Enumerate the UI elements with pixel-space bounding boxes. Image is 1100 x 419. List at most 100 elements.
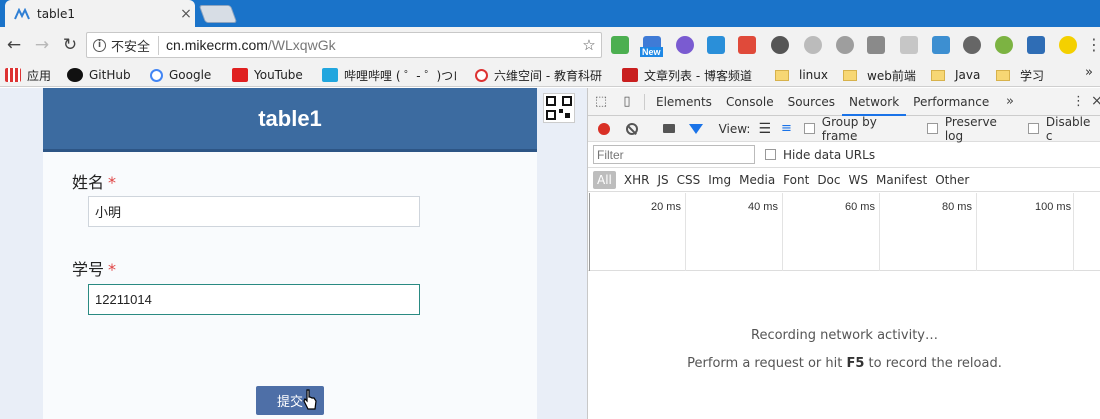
bookmark-github[interactable]: GitHub bbox=[67, 65, 131, 85]
bookmark-study[interactable]: 学习 bbox=[996, 65, 1044, 85]
type-ws[interactable]: WS bbox=[845, 173, 872, 187]
tab-network[interactable]: Network bbox=[842, 88, 907, 116]
name-input[interactable] bbox=[88, 196, 420, 227]
type-manifest[interactable]: Manifest bbox=[872, 173, 931, 187]
tab-elements[interactable]: Elements bbox=[649, 88, 719, 116]
hand-cursor-icon bbox=[303, 389, 317, 410]
extension-play-icon[interactable] bbox=[1059, 36, 1077, 54]
disable-cache-checkbox[interactable]: Disable c bbox=[1028, 115, 1100, 143]
tab-sources[interactable]: Sources bbox=[781, 88, 842, 116]
group-by-frame-checkbox[interactable]: Group by frame bbox=[803, 115, 915, 143]
extension-box-icon[interactable] bbox=[932, 36, 950, 54]
extension-shield-icon[interactable] bbox=[900, 36, 918, 54]
devtools-menu-icon[interactable]: ⋮ bbox=[1072, 94, 1085, 109]
bookmark-google[interactable]: Google bbox=[150, 65, 211, 85]
device-toolbar-icon[interactable]: ▯ bbox=[614, 88, 640, 116]
filter-input[interactable] bbox=[593, 145, 755, 164]
csdn-icon bbox=[622, 68, 638, 82]
extension-r-icon[interactable] bbox=[676, 36, 694, 54]
tab-performance[interactable]: Performance bbox=[906, 88, 996, 116]
folder-icon bbox=[775, 69, 789, 81]
bookmark-star-icon[interactable]: ☆ bbox=[577, 36, 601, 54]
extension-window-icon[interactable] bbox=[707, 36, 725, 54]
extension-react-icon[interactable] bbox=[771, 36, 789, 54]
tick-line bbox=[976, 193, 977, 271]
extension-brackets-icon[interactable] bbox=[995, 36, 1013, 54]
extension-todo-icon[interactable] bbox=[738, 36, 756, 54]
reload-hint: Perform a request or hit F5 to record th… bbox=[687, 356, 1002, 371]
extension-circle-icon[interactable] bbox=[804, 36, 822, 54]
view-label: View: bbox=[718, 121, 751, 136]
type-xhr[interactable]: XHR bbox=[620, 173, 654, 187]
bookmark-youtube[interactable]: YouTube bbox=[232, 65, 303, 85]
inspect-element-icon[interactable]: ⬚ bbox=[588, 88, 614, 116]
bookmark-linux[interactable]: linux bbox=[775, 65, 828, 85]
url-text[interactable]: cn.mikecrm.com/WLxqwGk bbox=[166, 37, 577, 53]
type-css[interactable]: CSS bbox=[673, 173, 705, 187]
filter-icon[interactable] bbox=[688, 123, 703, 134]
type-other[interactable]: Other bbox=[931, 173, 973, 187]
tick-label: 80 ms bbox=[942, 201, 972, 213]
waterfall-icon[interactable]: ≡ bbox=[781, 121, 792, 136]
form-title: table1 bbox=[258, 105, 322, 131]
type-media[interactable]: Media bbox=[735, 173, 779, 187]
tick-line bbox=[1073, 193, 1074, 271]
browser-toolbar: ← → ↻ i 不安全 cn.mikecrm.com/WLxqwGk ☆ New… bbox=[0, 27, 1100, 62]
folder-icon bbox=[996, 69, 1010, 81]
qr-code-icon[interactable] bbox=[543, 93, 575, 123]
extension-dot-icon[interactable] bbox=[836, 36, 854, 54]
tab-close-icon[interactable]: × bbox=[177, 6, 195, 22]
browser-menu-icon[interactable]: ⋮ bbox=[1086, 35, 1100, 54]
info-icon[interactable]: i bbox=[93, 38, 106, 52]
more-tabs-icon[interactable]: » bbox=[1006, 94, 1014, 109]
forward-icon[interactable]: → bbox=[28, 31, 56, 59]
tick-label: 100 ms bbox=[1035, 201, 1072, 213]
network-toolbar: View: ☰ ≡ Group by frame Preserve log Di… bbox=[588, 115, 1100, 143]
folder-icon bbox=[843, 69, 857, 81]
filter-row: Hide data URLs bbox=[588, 142, 1100, 168]
extension-vue-icon[interactable] bbox=[867, 36, 885, 54]
new-badge: New bbox=[640, 47, 663, 57]
devtools-close-icon[interactable]: × bbox=[1091, 93, 1100, 109]
bookmark-liuwei[interactable]: 六维空间 - 教育科研 bbox=[475, 65, 609, 85]
network-overview: 20 ms 40 ms 60 ms 80 ms 100 ms bbox=[588, 193, 1100, 271]
reload-icon[interactable]: ↻ bbox=[56, 31, 84, 59]
apps-icon bbox=[5, 68, 21, 82]
tab-strip: table1 × bbox=[0, 0, 1100, 27]
bookmark-java[interactable]: Java bbox=[931, 65, 980, 85]
liuwei-icon bbox=[475, 68, 488, 82]
back-icon[interactable]: ← bbox=[0, 31, 28, 59]
new-tab-button[interactable] bbox=[198, 5, 238, 23]
type-doc[interactable]: Doc bbox=[813, 173, 844, 187]
bookmark-bilibili[interactable]: 哔哩哔哩 ( ゜- ゜)つロ bbox=[322, 65, 456, 85]
divider bbox=[644, 93, 645, 110]
preserve-log-checkbox[interactable]: Preserve log bbox=[926, 115, 1018, 143]
bookmark-apps[interactable]: 应用 bbox=[5, 65, 51, 85]
extension-wave-icon[interactable] bbox=[1027, 36, 1045, 54]
browser-tab[interactable]: table1 × bbox=[5, 0, 195, 27]
mikecrm-favicon-icon bbox=[14, 7, 30, 19]
hide-data-urls-checkbox[interactable]: Hide data URLs bbox=[765, 148, 875, 162]
type-all[interactable]: All bbox=[593, 170, 616, 189]
name-label: 姓名 * bbox=[72, 173, 117, 192]
large-rows-icon[interactable]: ☰ bbox=[758, 121, 771, 137]
clear-icon[interactable] bbox=[625, 122, 638, 135]
capture-screenshots-icon[interactable] bbox=[662, 124, 675, 133]
tick-label: 60 ms bbox=[845, 201, 875, 213]
type-img[interactable]: Img bbox=[704, 173, 735, 187]
extension-tomato-icon[interactable] bbox=[963, 36, 981, 54]
type-js[interactable]: JS bbox=[653, 173, 672, 187]
bookmark-csdn[interactable]: 文章列表 - 博客频道 bbox=[622, 65, 754, 85]
extension-download-icon[interactable] bbox=[611, 36, 629, 54]
tab-console[interactable]: Console bbox=[719, 88, 781, 116]
record-icon[interactable] bbox=[598, 122, 610, 135]
student-id-input[interactable] bbox=[88, 284, 420, 315]
type-font[interactable]: Font bbox=[779, 173, 813, 187]
address-bar[interactable]: i 不安全 cn.mikecrm.com/WLxqwGk ☆ bbox=[86, 32, 602, 58]
recording-message: Recording network activity… bbox=[751, 328, 938, 343]
google-icon bbox=[150, 68, 163, 82]
tick-line bbox=[879, 193, 880, 271]
tab-title: table1 bbox=[37, 6, 76, 21]
bookmark-web[interactable]: web前端 bbox=[843, 65, 916, 85]
bookmarks-more-icon[interactable]: » bbox=[1085, 65, 1093, 80]
